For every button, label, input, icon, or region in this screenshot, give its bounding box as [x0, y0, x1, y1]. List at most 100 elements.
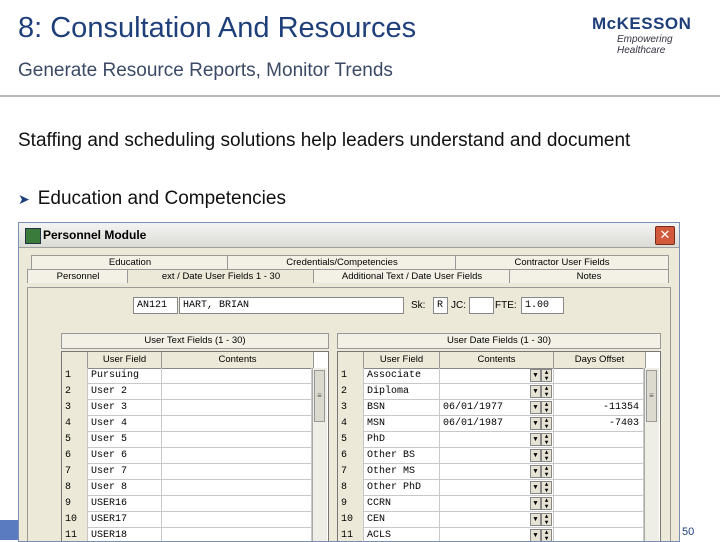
user-field-cell[interactable]: Diploma	[364, 384, 440, 400]
table-row[interactable]: 5 User 5	[62, 432, 312, 448]
days-offset-cell[interactable]	[554, 512, 644, 528]
spin-arrows-icon[interactable]: ▲ ▼	[541, 417, 552, 430]
days-offset-cell[interactable]	[554, 368, 644, 384]
chevron-down-icon[interactable]: ▼	[530, 513, 541, 526]
window-titlebar[interactable]: Personnel Module ✕	[19, 223, 679, 248]
date-contents-cell[interactable]: ▼ ▲ ▼	[440, 496, 554, 512]
user-field-cell[interactable]: Other BS	[364, 448, 440, 464]
table-row[interactable]: 1 Pursuing	[62, 368, 312, 384]
contents-cell[interactable]	[162, 432, 312, 448]
user-field-cell[interactable]: User 7	[88, 464, 162, 480]
user-field-cell[interactable]: User 6	[88, 448, 162, 464]
user-field-cell[interactable]: USER16	[88, 496, 162, 512]
days-offset-cell[interactable]	[554, 384, 644, 400]
spin-arrows-icon[interactable]: ▲ ▼	[541, 433, 552, 446]
fte-field[interactable]: 1.00	[521, 297, 564, 314]
table-row[interactable]: 3 User 3	[62, 400, 312, 416]
chevron-down-icon[interactable]: ▼	[530, 369, 541, 382]
contents-cell[interactable]	[162, 400, 312, 416]
days-offset-cell[interactable]	[554, 480, 644, 496]
chevron-down-icon[interactable]: ▼	[530, 385, 541, 398]
spin-arrows-icon[interactable]: ▲ ▼	[541, 449, 552, 462]
days-offset-cell[interactable]	[554, 464, 644, 480]
chevron-down-icon[interactable]: ▼	[530, 449, 541, 462]
chevron-down-icon[interactable]: ▼	[530, 481, 541, 494]
table-row[interactable]: 6 Other BS ▼ ▲ ▼	[338, 448, 644, 464]
contents-cell[interactable]	[162, 496, 312, 512]
date-contents-cell[interactable]: ▼ ▲ ▼	[440, 368, 554, 384]
date-contents-cell[interactable]: ▼ ▲ ▼	[440, 448, 554, 464]
spin-arrows-icon[interactable]: ▲ ▼	[541, 465, 552, 478]
user-field-cell[interactable]: User 2	[88, 384, 162, 400]
table-row[interactable]: 9 USER16	[62, 496, 312, 512]
user-field-cell[interactable]: USER17	[88, 512, 162, 528]
employee-name-field[interactable]: HART, BRIAN	[179, 297, 404, 314]
tab-education[interactable]: Education	[31, 255, 229, 269]
chevron-down-icon[interactable]: ▼	[530, 417, 541, 430]
table-row[interactable]: 10 CEN ▼ ▲ ▼	[338, 512, 644, 528]
user-field-cell[interactable]: User 3	[88, 400, 162, 416]
days-offset-cell[interactable]: -11354	[554, 400, 644, 416]
chevron-down-icon[interactable]: ▼	[530, 497, 541, 510]
date-contents-cell[interactable]: 06/01/1977 ▼ ▲ ▼	[440, 400, 554, 416]
chevron-down-icon[interactable]: ▼	[530, 529, 541, 541]
tab-personnel[interactable]: Personnel	[27, 269, 129, 283]
table-row[interactable]: 6 User 6	[62, 448, 312, 464]
days-offset-cell[interactable]	[554, 432, 644, 448]
days-offset-cell[interactable]: -7403	[554, 416, 644, 432]
contents-cell[interactable]	[162, 384, 312, 400]
contents-cell[interactable]	[162, 464, 312, 480]
chevron-down-icon[interactable]: ▼	[530, 433, 541, 446]
user-field-cell[interactable]: CEN	[364, 512, 440, 528]
text-grid-scrollbar[interactable]: ≡	[312, 368, 327, 541]
tab-credentials[interactable]: Credentials/Competencies	[227, 255, 457, 269]
user-field-cell[interactable]: PhD	[364, 432, 440, 448]
column-header[interactable]: User Field	[364, 352, 440, 368]
table-row[interactable]: 7 Other MS ▼ ▲ ▼	[338, 464, 644, 480]
user-field-cell[interactable]: User 8	[88, 480, 162, 496]
table-row[interactable]: 7 User 7	[62, 464, 312, 480]
user-field-cell[interactable]: Other PhD	[364, 480, 440, 496]
tab-notes[interactable]: Notes	[509, 269, 669, 283]
date-contents-cell[interactable]: ▼ ▲ ▼	[440, 512, 554, 528]
spin-arrows-icon[interactable]: ▲ ▼	[541, 513, 552, 526]
days-offset-cell[interactable]	[554, 448, 644, 464]
tab-contractor-user-fields[interactable]: Contractor User Fields	[455, 255, 669, 269]
spin-arrows-icon[interactable]: ▲ ▼	[541, 497, 552, 510]
contents-cell[interactable]	[162, 368, 312, 384]
column-header[interactable]: Days Offset	[554, 352, 646, 368]
contents-cell[interactable]	[162, 416, 312, 432]
column-header[interactable]: Contents	[162, 352, 314, 368]
spin-arrows-icon[interactable]: ▲ ▼	[541, 385, 552, 398]
tab-text-date-user-fields[interactable]: ext / Date User Fields 1 - 30	[127, 269, 315, 283]
table-row[interactable]: 8 User 8	[62, 480, 312, 496]
user-field-cell[interactable]: BSN	[364, 400, 440, 416]
table-row[interactable]: 2 Diploma ▼ ▲ ▼	[338, 384, 644, 400]
chevron-down-icon[interactable]: ▼	[530, 401, 541, 414]
date-contents-cell[interactable]: ▼ ▲ ▼	[440, 464, 554, 480]
date-contents-cell[interactable]: ▼ ▲ ▼	[440, 384, 554, 400]
table-row[interactable]: 10 USER17	[62, 512, 312, 528]
user-field-cell[interactable]: CCRN	[364, 496, 440, 512]
user-field-cell[interactable]: User 4	[88, 416, 162, 432]
days-offset-cell[interactable]	[554, 496, 644, 512]
date-contents-cell[interactable]: ▼ ▲ ▼	[440, 432, 554, 448]
employee-id-field[interactable]: AN121	[133, 297, 178, 314]
date-contents-cell[interactable]: ▼ ▲ ▼	[440, 480, 554, 496]
user-field-cell[interactable]: MSN	[364, 416, 440, 432]
chevron-down-icon[interactable]: ▼	[530, 465, 541, 478]
table-row[interactable]: 4 MSN 06/01/1987 ▼ ▲ ▼ -7403	[338, 416, 644, 432]
spin-arrows-icon[interactable]: ▲ ▼	[541, 369, 552, 382]
table-row[interactable]: 1 Associate ▼ ▲ ▼	[338, 368, 644, 384]
table-row[interactable]: 8 Other PhD ▼ ▲ ▼	[338, 480, 644, 496]
close-icon[interactable]: ✕	[655, 226, 675, 245]
table-row[interactable]: 4 User 4	[62, 416, 312, 432]
table-row[interactable]: 5 PhD ▼ ▲ ▼	[338, 432, 644, 448]
column-header[interactable]: Contents	[440, 352, 554, 368]
user-field-cell[interactable]: User 5	[88, 432, 162, 448]
date-grid-scrollbar[interactable]: ≡	[644, 368, 659, 541]
table-row[interactable]: 3 BSN 06/01/1977 ▼ ▲ ▼ -11354	[338, 400, 644, 416]
column-header[interactable]: User Field	[88, 352, 162, 368]
contents-cell[interactable]	[162, 512, 312, 528]
spin-arrows-icon[interactable]: ▲ ▼	[541, 481, 552, 494]
